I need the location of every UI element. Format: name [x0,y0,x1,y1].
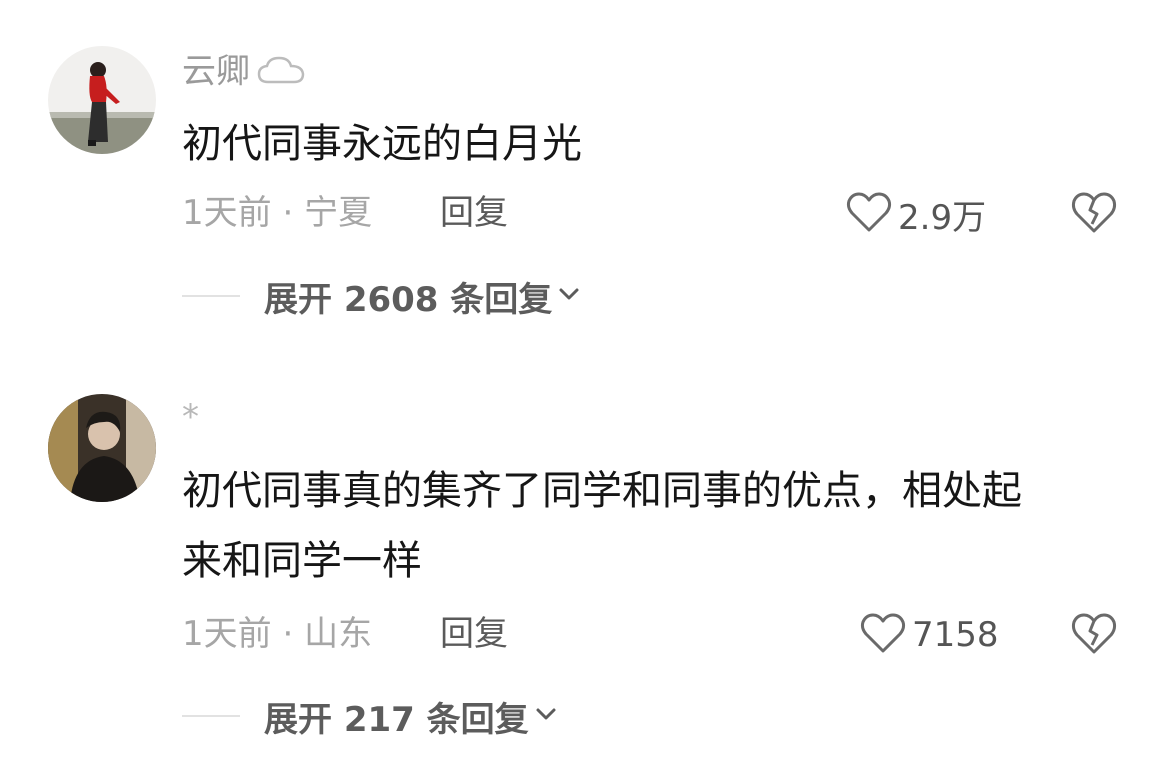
expand-replies-label: 展开 2608 条回复 [264,279,553,320]
like-button[interactable]: 7158 [860,611,999,659]
divider-line [182,295,240,297]
broken-heart-icon [1070,613,1118,659]
comment-location: 宁夏 [304,193,373,233]
username[interactable]: 云卿 [182,54,306,92]
like-count: 7158 [912,615,999,655]
comment-text: 初代同事永远的白月光 [182,109,582,179]
divider-line [182,715,240,717]
like-button[interactable]: 2.9万 [846,190,986,238]
avatar[interactable] [48,46,156,154]
comment-time: 1天前 [182,614,272,654]
reply-button[interactable]: 回复 [440,617,508,651]
comment-meta: 1天前 · 山东 [182,617,372,651]
expand-replies-label: 展开 217 条回复 [264,699,529,740]
meta-separator: · [271,614,305,654]
broken-heart-icon [1070,192,1118,238]
reply-button[interactable]: 回复 [440,196,508,230]
dislike-button[interactable] [1070,190,1118,238]
meta-separator: · [271,193,305,233]
expand-replies-button[interactable]: 展开 2608 条回复 [182,276,580,320]
dislike-button[interactable] [1070,611,1118,659]
username[interactable]: * [182,400,199,434]
chevron-down-icon [558,286,580,306]
heart-outline-icon [860,612,906,658]
comment-list: 云卿 初代同事永远的白月光 1天前 · 宁夏 回复 2.9万 展开 2608 条… [0,0,1170,780]
comment-text-line: 来和同学一样 [182,538,422,584]
comment-location: 山东 [304,614,373,654]
heart-outline-icon [846,191,892,237]
chevron-down-icon [535,706,557,726]
avatar[interactable] [48,394,156,502]
comment-time: 1天前 [182,193,272,233]
like-count: 2.9万 [898,197,987,238]
comment-text-line: 初代同事永远的白月光 [182,121,582,167]
comment-text: 初代同事真的集齐了同学和同事的优点，相处起 来和同学一样 [182,456,1022,596]
username-text[interactable]: 云卿 [182,52,250,92]
comment-text-line: 初代同事真的集齐了同学和同事的优点，相处起 [182,468,1022,514]
username-text[interactable]: * [182,397,199,437]
comment-meta: 1天前 · 宁夏 [182,196,372,230]
expand-replies-button[interactable]: 展开 217 条回复 [182,696,557,740]
cloud-icon [256,54,306,92]
